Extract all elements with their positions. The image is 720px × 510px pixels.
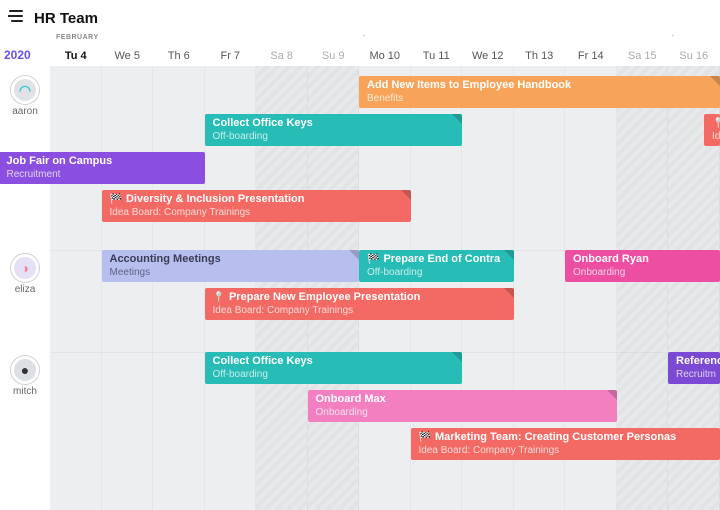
task-title: Onboard Ryan xyxy=(573,253,712,266)
member-eliza[interactable]: ◑ eliza xyxy=(0,254,50,295)
menu-icon[interactable] xyxy=(8,9,24,28)
task-bar[interactable]: Marketing Team: Creating Customer Person… xyxy=(411,428,720,460)
member-row: ● mitch Collect Office KeysOff-boarding Ref… xyxy=(0,352,720,482)
day-header[interactable]: We 12 xyxy=(462,32,514,66)
task-title: Onboard Max xyxy=(316,393,609,406)
task-subtitle: Off-boarding xyxy=(213,369,268,380)
task-title: Add New Items to Employee Handbook xyxy=(367,79,712,92)
task-subtitle: Idea Board: Company Trainings xyxy=(213,305,354,316)
page-title: HR Team xyxy=(34,10,98,27)
member-aaron[interactable]: ◠ aaron xyxy=(0,76,50,117)
task-title: Accounting Meetings xyxy=(110,253,352,266)
task-bar[interactable]: Onboard RyanOnboarding xyxy=(565,250,720,282)
task-bar[interactable]: Collect Office KeysOff-boarding xyxy=(205,352,463,384)
task-bar[interactable]: Diversity & Inclusion PresentationIdea B… xyxy=(102,190,411,222)
member-name: aaron xyxy=(12,106,38,117)
month-label: FEBRUARY xyxy=(56,34,99,41)
task-bar[interactable]: Collect Office KeysOff-boarding xyxy=(205,114,463,146)
task-subtitle: Recruitment xyxy=(7,169,61,180)
member-name: eliza xyxy=(15,284,36,295)
task-subtitle: Onboarding xyxy=(316,407,368,418)
day-header[interactable]: FEBRUARYTu 4 xyxy=(50,32,102,66)
task-subtitle: Idea Board: Company Trainings xyxy=(110,207,251,218)
calendar-body: ◠ aaron Add New Items to Employee Handbook… xyxy=(0,66,720,510)
task-title: Prepare New Employee Presentation xyxy=(213,291,506,304)
day-header[interactable]: Sa 15 xyxy=(617,32,669,66)
day-header[interactable]: ʼSu 16 xyxy=(668,32,720,66)
task-title: Collect Office Keys xyxy=(213,355,455,368)
member-name: mitch xyxy=(13,386,37,397)
task-bar[interactable]: Add New Items to Employee HandbookBenefi… xyxy=(359,76,720,108)
task-subtitle: Off-boarding xyxy=(213,131,268,142)
task-subtitle: Recruitm xyxy=(676,369,716,380)
task-subtitle: Idea Board: Company Trainings xyxy=(419,445,560,456)
calendar-header: 2020FEBRUARYTu 4We 5Th 6Fr 7Sa 8Su 9ʼMo … xyxy=(0,32,720,66)
avatar[interactable]: ● xyxy=(11,356,39,384)
task-bar[interactable]: NewIdea Boa xyxy=(704,114,720,146)
day-header[interactable]: We 5 xyxy=(102,32,154,66)
task-title: Diversity & Inclusion Presentation xyxy=(110,193,403,206)
task-title: Job Fair on Campus xyxy=(7,155,197,168)
year-label: 2020 xyxy=(0,32,50,66)
day-header[interactable]: Fr 14 xyxy=(565,32,617,66)
day-header[interactable]: Tu 11 xyxy=(411,32,463,66)
task-title: Marketing Team: Creating Customer Person… xyxy=(419,431,712,444)
task-subtitle: Idea Boa xyxy=(712,131,720,142)
day-header[interactable]: Fr 7 xyxy=(205,32,257,66)
task-bar[interactable]: Job Fair on CampusRecruitment xyxy=(0,152,205,184)
day-header[interactable]: Su 9 xyxy=(308,32,360,66)
task-bar[interactable]: Prepare New Employee PresentationIdea Bo… xyxy=(205,288,514,320)
task-subtitle: Off-boarding xyxy=(367,267,422,278)
task-bar[interactable]: Accounting MeetingsMeetings xyxy=(102,250,360,282)
day-header[interactable]: Th 6 xyxy=(153,32,205,66)
member-row: ◠ aaron Add New Items to Employee Handbook… xyxy=(0,72,720,242)
avatar[interactable]: ◠ xyxy=(11,76,39,104)
day-header[interactable]: Sa 8 xyxy=(256,32,308,66)
task-subtitle: Meetings xyxy=(110,267,151,278)
avatar[interactable]: ◑ xyxy=(11,254,39,282)
day-header[interactable]: Th 13 xyxy=(514,32,566,66)
day-header[interactable]: ʼMo 10 xyxy=(359,32,411,66)
task-bar[interactable]: Prepare End of ContraOff-boarding xyxy=(359,250,514,282)
task-subtitle: Benefits xyxy=(367,93,403,104)
task-title: Prepare End of Contra xyxy=(367,253,506,266)
task-bar[interactable]: ReferencRecruitm xyxy=(668,352,720,384)
task-title: Collect Office Keys xyxy=(213,117,455,130)
task-subtitle: Onboarding xyxy=(573,267,625,278)
task-title: Referenc xyxy=(676,355,712,368)
task-bar[interactable]: Onboard MaxOnboarding xyxy=(308,390,617,422)
member-mitch[interactable]: ● mitch xyxy=(0,356,50,397)
member-row: ◑elizaAccounting MeetingsMeetingsPrepare… xyxy=(0,250,720,344)
